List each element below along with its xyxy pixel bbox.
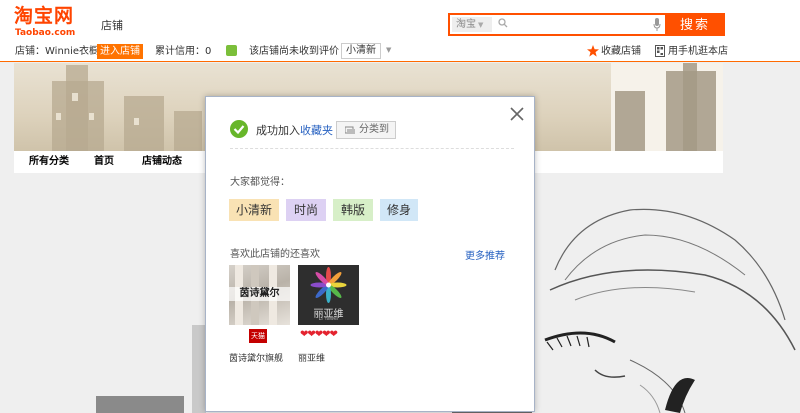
nav-shop-news[interactable]: 店铺动态 (142, 156, 182, 168)
tag-option[interactable]: 修身 (380, 199, 418, 221)
recommended-shop-name[interactable]: 茵诗黛尔旗舰 (229, 351, 283, 364)
recommended-shop-name[interactable]: 丽亚维 (298, 351, 325, 364)
shop-rating-hearts: ❤❤❤❤❤ (300, 329, 338, 340)
search-button[interactable]: 搜索 (665, 13, 725, 36)
favorite-success-dialog: 成功加入收藏夹 分类到 大家都觉得： 小清新 时尚 韩版 修身 喜欢此店铺的还喜… (205, 96, 535, 412)
review-status-label: 该店铺尚未收到评价 (249, 46, 339, 57)
mobile-shop-link[interactable]: 用手机逛本店 (668, 46, 728, 58)
shop-name-label: 店铺：Winnie衣橱 (15, 46, 100, 57)
shop-channel-label: 店铺 (101, 19, 123, 32)
favorites-link[interactable]: 收藏夹 (300, 124, 333, 137)
success-message: 成功加入收藏夹 (256, 125, 333, 137)
shop-tag-button[interactable]: 小清新 (341, 43, 381, 59)
search-scope-label: 淘宝 (456, 19, 476, 30)
background-sketch-image (544, 208, 796, 413)
search-icon (498, 18, 508, 28)
shop-info-bar: 店铺：Winnie衣橱 进入店铺 累计信用：0 该店铺尚未收到评价 小清新 ▼ … (0, 42, 800, 62)
shop-image-text: 茵诗黛尔 (229, 287, 290, 301)
search-bar: 淘宝 ▼ 搜索 (448, 13, 725, 36)
tmall-badge: 天猫 (249, 329, 267, 343)
mic-icon[interactable] (653, 18, 661, 31)
search-scope-select[interactable]: 淘宝 ▼ (452, 17, 492, 32)
flower-logo-icon (310, 267, 347, 303)
credit-label: 累计信用：0 (155, 46, 212, 57)
chevron-down-icon: ▼ (478, 21, 484, 29)
recommended-shop-image[interactable]: 丽亚维 Li Yawei (298, 265, 359, 325)
shop-banner-right (611, 63, 723, 151)
taobao-logo[interactable]: 淘宝网 (14, 6, 74, 26)
recommended-shop-image[interactable]: 茵诗黛尔 (229, 265, 290, 325)
background-thumbnail (192, 325, 206, 413)
search-input[interactable] (510, 16, 646, 33)
categorize-button[interactable]: 分类到 (336, 121, 396, 139)
top-header: 淘宝网 Taobao.com 店铺 淘宝 ▼ 搜索 (0, 0, 800, 42)
divider (230, 148, 514, 149)
taobao-logo-subtitle[interactable]: Taobao.com (15, 28, 75, 38)
tag-option[interactable]: 韩版 (333, 199, 373, 221)
tag-option[interactable]: 时尚 (286, 199, 326, 221)
checkmark-icon (230, 120, 248, 138)
success-prefix: 成功加入 (256, 124, 300, 137)
nav-all-categories[interactable]: 所有分类 (29, 156, 69, 168)
wangwang-icon[interactable] (226, 45, 237, 56)
shop-image-subtext: Li Yawei (318, 316, 339, 322)
popular-tags-title: 大家都觉得： (230, 177, 290, 188)
chevron-down-icon[interactable]: ▼ (386, 46, 391, 54)
categorize-label: 分类到 (359, 124, 389, 135)
close-icon[interactable] (510, 107, 524, 121)
phone-qr-icon (655, 45, 665, 57)
nav-home[interactable]: 首页 (94, 156, 114, 168)
also-like-title: 喜欢此店铺的还喜欢 (230, 249, 320, 260)
tag-option[interactable]: 小清新 (229, 199, 279, 221)
more-recommendations-link[interactable]: 更多推荐 (465, 247, 505, 262)
background-thumbnail (96, 396, 184, 413)
folder-icon (345, 126, 355, 134)
enter-shop-button[interactable]: 进入店铺 (97, 44, 143, 59)
star-icon (587, 45, 599, 57)
favorite-shop-link[interactable]: 收藏店铺 (601, 46, 641, 58)
